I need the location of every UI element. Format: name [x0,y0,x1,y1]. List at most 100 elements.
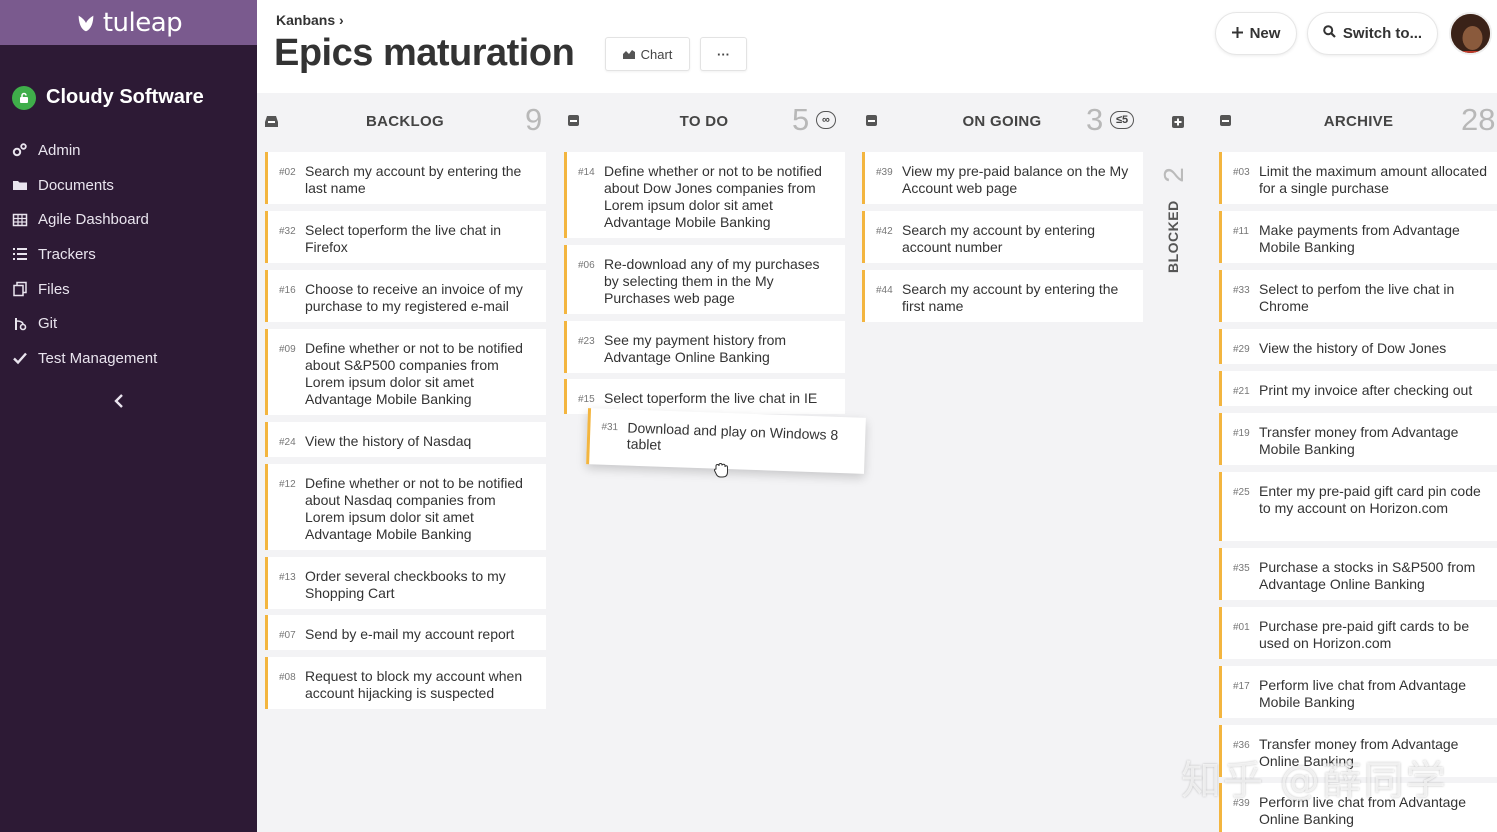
kanban-card[interactable]: #16 Choose to receive an invoice of my pu… [265,270,546,322]
kanban-card[interactable]: #12 Define whether or not to be notified … [265,464,546,550]
card-label: Limit the maximum amount allocated for a… [1259,163,1487,196]
card-label: Define whether or not to be notified abo… [305,475,523,542]
card-label: Print my invoice after checking out [1259,382,1473,398]
column-count: 3 [1086,102,1104,137]
sidebar-item-label: Documents [38,176,114,194]
breadcrumb[interactable]: Kanbans › [276,12,344,28]
kanban-card[interactable]: #08 Request to block my account when acco… [265,657,546,709]
kanban-card[interactable]: #32 Select toperform the live chat in Fir… [265,211,546,263]
plus-icon [1231,25,1243,42]
kanban-card[interactable]: #02 Search my account by entering the las… [265,152,546,204]
kanban-card[interactable]: #14 Define whether or not to be notified … [564,152,845,238]
kanban-card[interactable]: #19 Transfer money from Advantage Mobile … [1219,413,1497,465]
card-label: Re-download any of my purchases by selec… [604,256,820,306]
sidebar-item-label: Git [38,315,58,333]
avatar[interactable] [1449,12,1492,55]
card-label: Enter my pre-paid gift card pin code to … [1259,483,1481,516]
kanban-card[interactable]: #33 Select to perfom the live chat in Chr… [1219,270,1497,322]
card-id: #08 [279,672,296,683]
card-id: #15 [578,394,595,405]
sidebar-item-files[interactable]: Files [0,272,257,307]
kanban-card[interactable]: #44 Search my account by entering the fir… [862,270,1143,322]
kanban-card[interactable]: #39 View my pre-paid balance on the My Ac… [862,152,1143,204]
kanban-card[interactable]: #25 Enter my pre-paid gift card pin code … [1219,472,1497,541]
column-count: 5 [792,102,810,137]
new-button[interactable]: New [1215,12,1297,55]
brand-bar[interactable]: tuleap [0,0,257,45]
chart-icon [622,47,635,62]
kanban-card[interactable]: #35 Purchase a stocks in S&P500 from Adva… [1219,548,1497,600]
card-label: Select toperform the live chat in Firefo… [305,222,502,255]
sidebar-item-trackers[interactable]: Trackers [0,237,257,272]
new-button-label: New [1249,25,1281,42]
card-id: #06 [578,260,595,271]
kanban-card[interactable]: #23 See my payment history from Advantage… [564,321,845,373]
folder-icon [12,177,28,193]
sidebar-item-agile-dashboard[interactable]: Agile Dashboard [0,202,257,237]
kanban-card[interactable]: #06 Re-download any of my purchases by se… [564,245,845,314]
column-count: 28 [1461,102,1496,137]
wip-limit-badge[interactable]: ≤5 [1110,111,1135,129]
column-title: BACKLOG [366,113,444,130]
card-label: Request to block my account when account… [305,668,523,701]
expand-column-icon[interactable] [1172,115,1184,133]
column-title: ON GOING [962,113,1042,130]
card-id: #01 [1233,622,1250,633]
page-header: Kanbans › Epics maturation Chart ··· New… [257,0,1497,93]
kanban-card[interactable]: #01 Purchase pre-paid gift cards to be us… [1219,607,1497,659]
sidebar-item-test-management[interactable]: Test Management [0,341,257,376]
project-switcher[interactable]: Cloudy Software [0,45,257,125]
card-label: View the history of Dow Jones [1259,340,1447,356]
card-id: #25 [1233,487,1250,498]
kanban-card[interactable]: #24 View the history of Nasdaq [265,422,546,457]
card-label: Search my account by entering account nu… [902,222,1095,255]
card-label: Choose to receive an invoice of my purch… [305,281,523,314]
card-id: #29 [1233,344,1250,355]
sidebar-item-documents[interactable]: Documents [0,168,257,203]
card-id: #44 [876,285,893,296]
card-id: #35 [1233,563,1250,574]
card-label: Define whether or not to be notified abo… [604,163,822,230]
kanban-card[interactable]: #09 Define whether or not to be notified … [265,329,546,415]
card-label: Send by e-mail my account report [305,626,515,642]
chart-button[interactable]: Chart [605,37,690,71]
sidebar-item-label: Test Management [38,349,158,367]
card-id: #09 [279,344,296,355]
card-label: See my payment history from Advantage On… [604,332,787,365]
kanban-card[interactable]: #29 View the history of Dow Jones [1219,329,1497,364]
gears-icon [12,142,28,158]
kanban-card[interactable]: #42 Search my account by entering account… [862,211,1143,263]
kanban-card[interactable]: #21 Print my invoice after checking out [1219,371,1497,406]
kanban-card[interactable]: #03 Limit the maximum amount allocated fo… [1219,152,1497,204]
sidebar-item-git[interactable]: Git [0,306,257,341]
card-label: Perform live chat from Advantage Mobile … [1259,677,1466,710]
card-id: #12 [279,479,296,490]
check-icon [12,350,28,366]
column-count: 9 [525,102,543,137]
kanban-card[interactable]: #07 Send by e-mail my account report [265,615,546,650]
card-id: #23 [578,336,595,347]
card-id: #07 [279,630,296,641]
column-title: ARCHIVE [1323,113,1394,130]
card-id: #03 [1233,167,1250,178]
table-icon [12,212,28,228]
card-label: Search my account by entering the last n… [305,163,522,196]
kanban-card[interactable]: #17 Perform live chat from Advantage Mobi… [1219,666,1497,718]
wip-limit-badge[interactable]: ∞ [816,111,836,129]
column-header: ON GOING 3 ≤5 [857,93,1149,148]
sidebar-nav: Admin Documents Agile Dashboard Trackers… [0,125,257,376]
kanban-card[interactable]: #11 Make payments from Advantage Mobile B… [1219,211,1497,263]
column-blocked-collapsed[interactable]: 2 BLOCKED [1153,93,1203,832]
sidebar-item-label: Files [38,280,70,298]
card-id: #19 [1233,428,1250,439]
git-icon [12,316,28,332]
sidebar-item-admin[interactable]: Admin [0,133,257,168]
column-title: BLOCKED [1165,200,1181,273]
kanban-card[interactable]: #13 Order several checkbooks to my Shoppi… [265,557,546,609]
sidebar-item-label: Agile Dashboard [38,211,149,229]
card-id: #39 [876,167,893,178]
more-options-button[interactable]: ··· [700,37,747,71]
switch-to-button[interactable]: Switch to... [1307,12,1438,55]
collapse-sidebar-icon[interactable] [108,390,130,412]
column-count: 2 [1157,167,1189,183]
